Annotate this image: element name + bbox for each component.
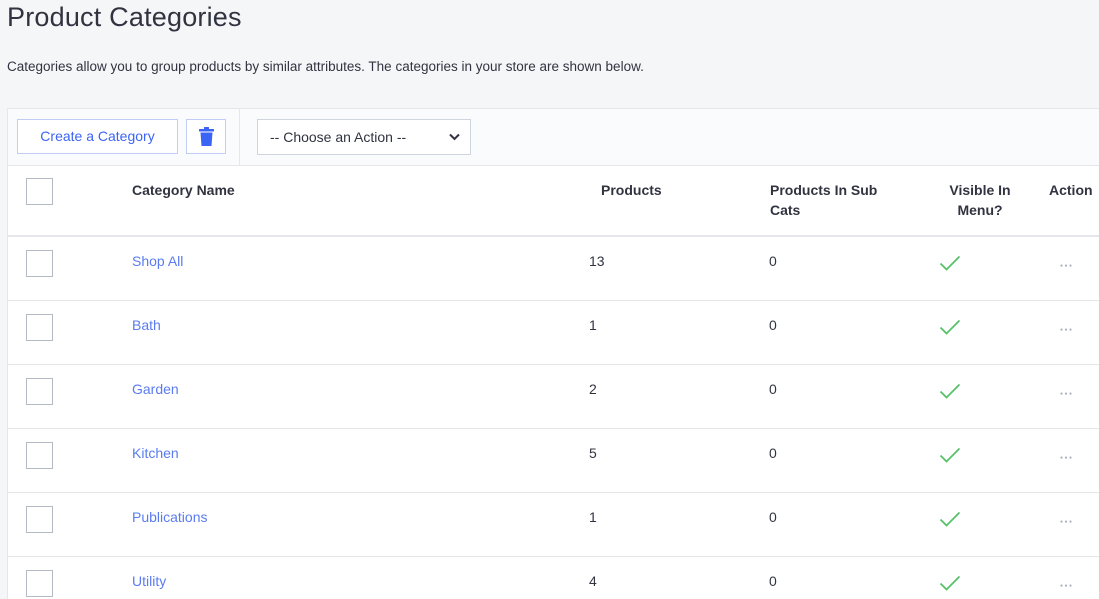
checkmark-icon: [939, 511, 961, 527]
trash-icon: [199, 127, 214, 146]
subcats-count: 0: [769, 509, 777, 525]
chevron-down-icon: [449, 133, 460, 141]
categories-panel: Create a Category -- Choose an Action --…: [7, 108, 1099, 599]
more-dots-icon[interactable]: ●●●: [1060, 455, 1074, 461]
more-dots-icon[interactable]: ●●●: [1060, 263, 1074, 269]
table-row: Utility 4 0 ●●●: [8, 557, 1099, 599]
row-checkbox[interactable]: [26, 250, 53, 277]
products-count: 4: [589, 573, 597, 589]
category-name-link[interactable]: Utility: [132, 571, 166, 591]
more-dots-icon[interactable]: ●●●: [1060, 327, 1074, 333]
table-row: Garden 2 0 ●●●: [8, 365, 1099, 429]
category-name-link[interactable]: Publications: [132, 507, 208, 527]
header-products-in-sub-cats: Products In Sub Cats: [770, 182, 878, 218]
category-name-link[interactable]: Bath: [132, 315, 161, 335]
category-name-link[interactable]: Shop All: [132, 251, 183, 271]
products-count: 1: [589, 317, 597, 333]
header-category-name: Category Name: [132, 182, 235, 198]
row-checkbox[interactable]: [26, 442, 53, 469]
more-dots-icon[interactable]: ●●●: [1060, 391, 1074, 397]
select-all-checkbox[interactable]: [26, 178, 53, 205]
page-title: Product Categories: [7, 2, 242, 32]
delete-button[interactable]: [186, 119, 226, 154]
table-row: Kitchen 5 0 ●●●: [8, 429, 1099, 493]
checkmark-icon: [939, 575, 961, 591]
checkmark-icon: [939, 383, 961, 399]
choose-action-select[interactable]: -- Choose an Action --: [257, 119, 471, 155]
table-row: Publications 1 0 ●●●: [8, 493, 1099, 557]
row-checkbox[interactable]: [26, 506, 53, 533]
more-dots-icon[interactable]: ●●●: [1060, 519, 1074, 525]
products-count: 13: [589, 253, 605, 269]
subcats-count: 0: [769, 381, 777, 397]
subcats-count: 0: [769, 445, 777, 461]
table-header: Category Name Products Products In Sub C…: [8, 166, 1099, 237]
subcats-count: 0: [769, 573, 777, 589]
create-category-button[interactable]: Create a Category: [17, 119, 178, 154]
products-count: 2: [589, 381, 597, 397]
header-products: Products: [601, 182, 662, 198]
products-count: 5: [589, 445, 597, 461]
toolbar: Create a Category -- Choose an Action --: [8, 109, 1099, 166]
table-row: Bath 1 0 ●●●: [8, 301, 1099, 365]
toolbar-divider: [239, 109, 240, 165]
row-checkbox[interactable]: [26, 570, 53, 597]
choose-action-value: -- Choose an Action --: [270, 129, 407, 145]
checkmark-icon: [939, 255, 961, 271]
page: Product Categories Categories allow you …: [0, 0, 1099, 599]
category-name-link[interactable]: Garden: [132, 379, 179, 399]
products-count: 1: [589, 509, 597, 525]
header-visible-in-menu: Visible In Menu?: [949, 182, 1011, 218]
page-description: Categories allow you to group products b…: [7, 59, 644, 74]
table-row: Shop All 13 0 ●●●: [8, 237, 1099, 301]
checkmark-icon: [939, 447, 961, 463]
more-dots-icon[interactable]: ●●●: [1060, 583, 1074, 589]
subcats-count: 0: [769, 253, 777, 269]
subcats-count: 0: [769, 317, 777, 333]
header-action: Action: [1049, 182, 1093, 198]
checkmark-icon: [939, 319, 961, 335]
category-name-link[interactable]: Kitchen: [132, 443, 179, 463]
row-checkbox[interactable]: [26, 378, 53, 405]
row-checkbox[interactable]: [26, 314, 53, 341]
